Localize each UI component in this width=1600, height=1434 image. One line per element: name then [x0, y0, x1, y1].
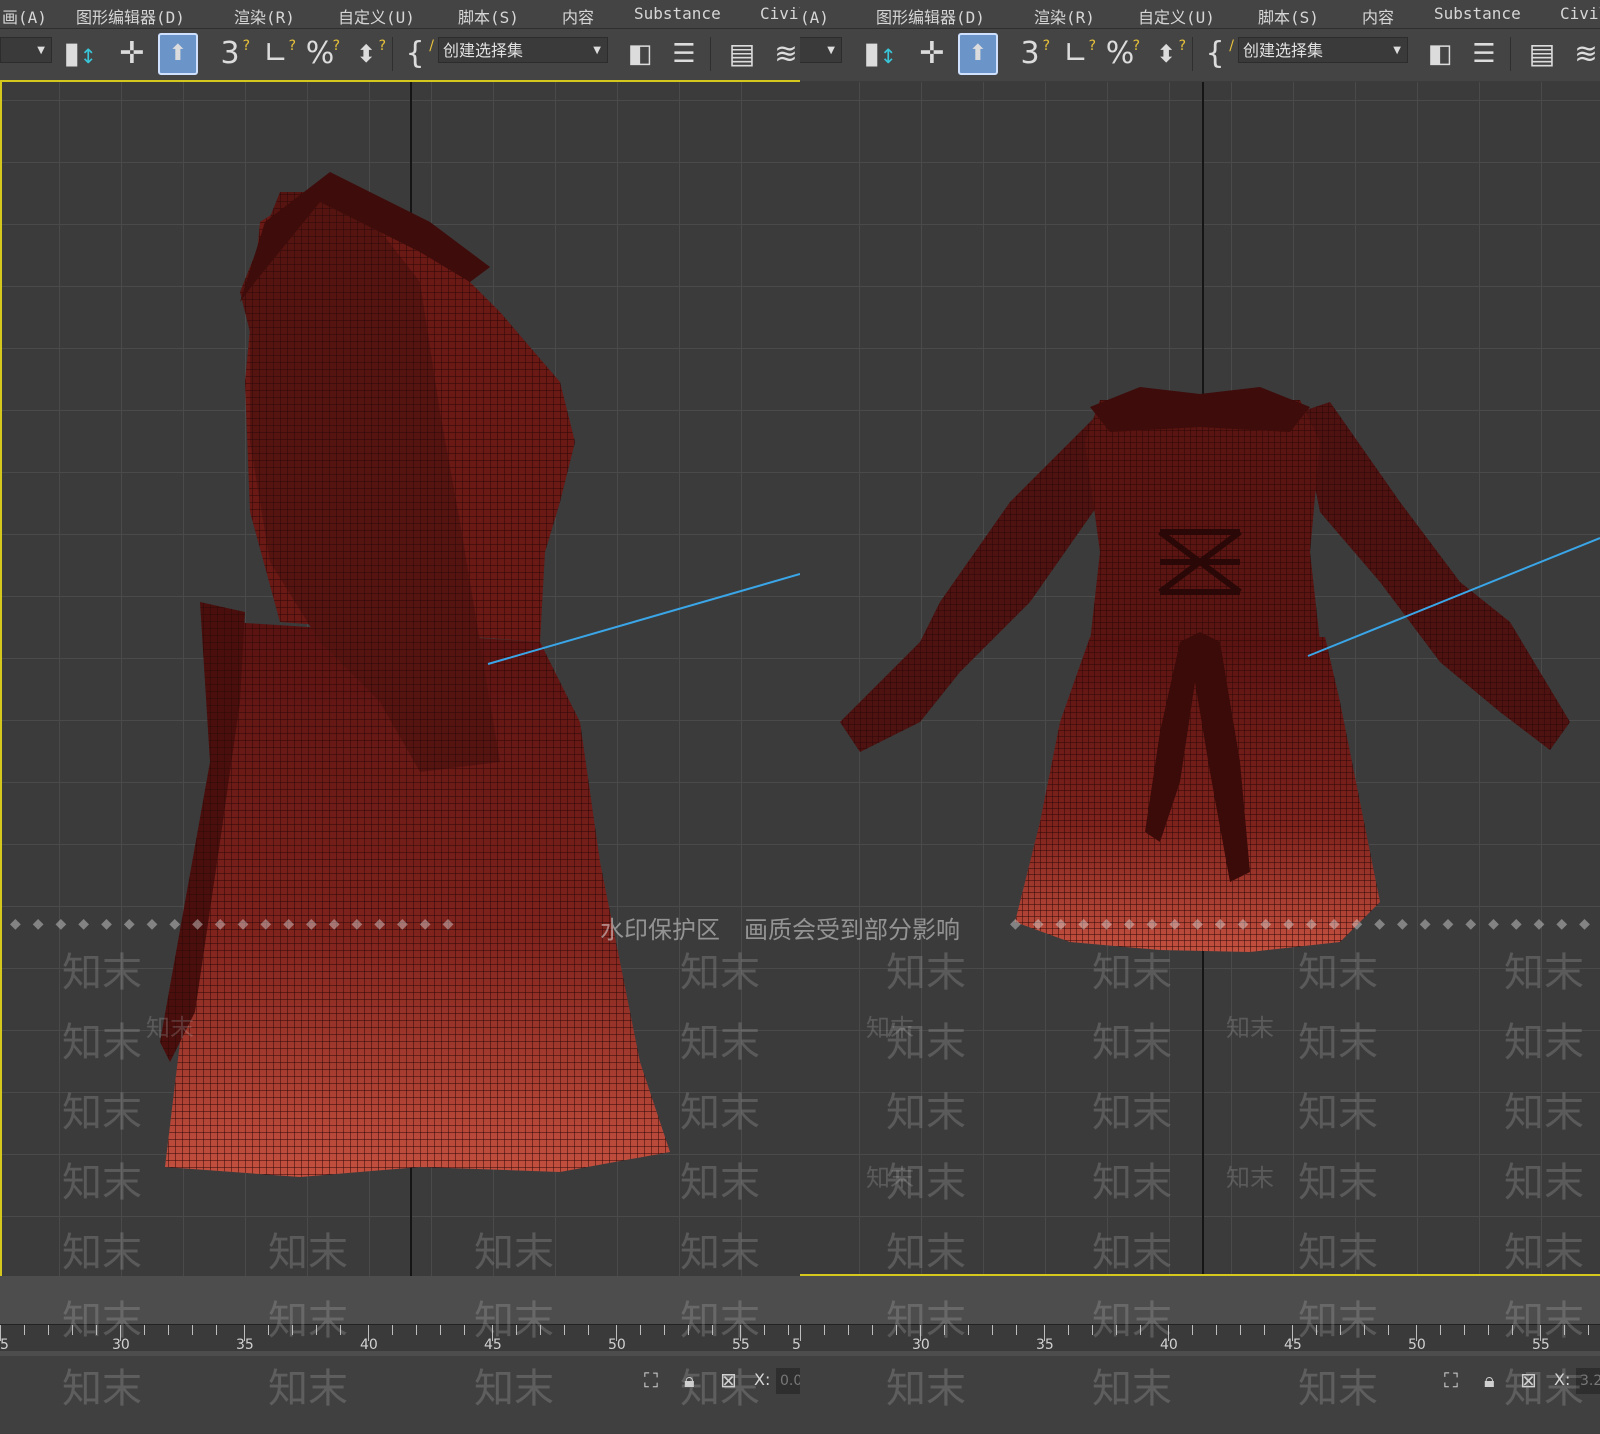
main-toolbar: ▼ ▮↕ ✛ ⬆ 3? ∟? %? ⬍? {/ 创建选择集 ▼ ◧ ☰ ▤ ≋ [0, 29, 800, 81]
lock-icon[interactable]: 🔒︎ [1484, 1368, 1495, 1392]
align-icon[interactable]: ☰ [1466, 35, 1502, 73]
mirror-icon[interactable]: ◧ [1422, 35, 1458, 73]
timeline-label: 35 [1036, 1337, 1054, 1353]
watermark-dots: ◆◆◆◆◆◆◆◆◆◆◆◆◆◆◆◆◆◆◆◆ [10, 916, 466, 932]
filter-dropdown[interactable]: ▼ [800, 37, 842, 63]
timeline-label: 55 [732, 1337, 750, 1353]
snap-3d-icon[interactable]: 3? [212, 35, 250, 73]
named-selection-set-placeholder: 创建选择集 [443, 41, 524, 60]
menu-item-customize[interactable]: 自定义(U) [338, 4, 415, 28]
percent-snap-icon[interactable]: %? [1102, 35, 1140, 73]
align-icon[interactable]: ☰ [666, 35, 702, 73]
edit-named-selection-icon[interactable]: {/ [398, 35, 434, 73]
chevron-down-icon: ▼ [37, 45, 45, 56]
timeline-label: 35 [236, 1337, 254, 1353]
angle-snap-icon[interactable]: ∟? [1058, 35, 1096, 73]
menu-item-scripting[interactable]: 脚本(S) [1258, 4, 1319, 28]
chevron-down-icon: ▼ [593, 45, 601, 56]
spinner-snap-icon[interactable]: ⬍? [348, 35, 386, 73]
status-bar: ⛶ 🔒︎ ⊠ X: 0.0 [0, 1356, 800, 1434]
timeline-label: 45 [1284, 1337, 1302, 1353]
menu-item-civil3d[interactable]: Civil3(A) [1560, 4, 1600, 23]
select-object-icon[interactable]: ⬆ [158, 33, 198, 75]
spinner-snap-icon[interactable]: ⬍? [1148, 35, 1186, 73]
layer-manager-icon[interactable]: ≋ [768, 35, 800, 73]
isolate-selection-icon[interactable]: ⛶ [644, 1368, 658, 1392]
snap-3d-icon[interactable]: 3? [1012, 35, 1050, 73]
menu-item-civil3d[interactable]: Civil3(A) [760, 4, 800, 23]
viewport-right[interactable] [800, 82, 1600, 1276]
layer-manager-icon[interactable]: ≋ [1568, 35, 1600, 73]
menu-bar: 画(A) 图形编辑器(D) 渲染(R) 自定义(U) 脚本(S) 内容 Subs… [800, 0, 1600, 29]
toolbar-separator [1510, 37, 1511, 71]
scene-explorer-icon[interactable]: ▤ [724, 35, 760, 73]
menu-item-animation[interactable]: 画(A) [2, 4, 47, 28]
angle-snap-icon[interactable]: ∟? [258, 35, 296, 73]
timeline-label: 40 [1160, 1337, 1178, 1353]
move-icon[interactable]: ✛ [114, 35, 150, 73]
timeline-label: 30 [112, 1337, 130, 1353]
watermark-dots: ◆◆◆◆◆◆◆◆◆◆◆◆◆◆◆◆◆◆◆◆◆◆◆◆◆◆◆◆◆◆◆◆ [1010, 916, 1600, 932]
select-object-icon[interactable]: ⬆ [958, 33, 998, 75]
time-ruler[interactable]: 30 35 40 45 50 55 [800, 1324, 1600, 1353]
mirror-icon[interactable]: ◧ [622, 35, 658, 73]
menu-item-scripting[interactable]: 脚本(S) [458, 4, 519, 28]
timeline-label: 5 [792, 1337, 800, 1353]
timeline-label: 55 [1532, 1337, 1550, 1353]
right-panel: 画(A) 图形编辑器(D) 渲染(R) 自定义(U) 脚本(S) 内容 Subs… [800, 0, 1600, 1434]
menu-item-substance[interactable]: Substance [1434, 4, 1521, 23]
main-toolbar: ▼ ▮↕ ✛ ⬆ 3? ∟? %? ⬍? {/ 创建选择集 ▼ ◧ ☰ ▤ ≋ [800, 29, 1600, 81]
menu-item-graph-editors[interactable]: 图形编辑器(D) [876, 4, 985, 28]
menu-item-content[interactable]: 内容 [562, 4, 594, 28]
filter-dropdown[interactable]: ▼ [0, 37, 52, 63]
x-coordinate-field[interactable]: 0.0 [776, 1368, 800, 1394]
scene-explorer-icon[interactable]: ▤ [1524, 35, 1560, 73]
menu-item-animation[interactable]: 画(A) [800, 4, 829, 28]
absolute-mode-icon[interactable]: ⊠ [720, 1368, 737, 1392]
menu-bar: 画(A) 图形编辑器(D) 渲染(R) 自定义(U) 脚本(S) 内容 Subs… [0, 0, 800, 29]
active-viewport-border [0, 80, 800, 1278]
timeline-label: 50 [608, 1337, 626, 1353]
selection-helper-line [1307, 537, 1600, 657]
menu-item-customize[interactable]: 自定义(U) [1138, 4, 1215, 28]
timeline-label: 50 [1408, 1337, 1426, 1353]
time-ruler[interactable]: 5 30 35 40 45 50 55 5 [0, 1324, 800, 1353]
timeline[interactable]: 30 35 40 45 50 55 [800, 1276, 1600, 1356]
lock-icon[interactable]: 🔒︎ [684, 1368, 695, 1392]
menu-item-rendering[interactable]: 渲染(R) [1034, 4, 1095, 28]
select-and-link-icon[interactable]: ▮↕ [862, 35, 898, 73]
menu-item-graph-editors[interactable]: 图形编辑器(D) [76, 4, 185, 28]
chevron-down-icon: ▼ [827, 45, 835, 56]
menu-item-content[interactable]: 内容 [1362, 4, 1394, 28]
select-and-link-icon[interactable]: ▮↕ [62, 35, 98, 73]
x-coordinate-label: X: [754, 1370, 771, 1389]
left-panel: 画(A) 图形编辑器(D) 渲染(R) 自定义(U) 脚本(S) 内容 Subs… [0, 0, 800, 1434]
x-coordinate-label: X: [1554, 1370, 1571, 1389]
toolbar-separator [392, 37, 393, 71]
timeline-label: 45 [484, 1337, 502, 1353]
named-selection-set-dropdown[interactable]: 创建选择集 ▼ [438, 37, 608, 63]
menu-item-substance[interactable]: Substance [634, 4, 721, 23]
percent-snap-icon[interactable]: %? [302, 35, 340, 73]
menu-item-rendering[interactable]: 渲染(R) [234, 4, 295, 28]
x-coordinate-field[interactable]: 3.2 [1576, 1368, 1600, 1394]
toolbar-separator [1192, 37, 1193, 71]
watermark-notice: 水印保护区 画质会受到部分影响 [600, 916, 960, 944]
chevron-down-icon: ▼ [1393, 45, 1401, 56]
move-icon[interactable]: ✛ [914, 35, 950, 73]
timeline-label: 40 [360, 1337, 378, 1353]
isolate-selection-icon[interactable]: ⛶ [1444, 1368, 1458, 1392]
edit-named-selection-icon[interactable]: {/ [1198, 35, 1234, 73]
toolbar-separator [710, 37, 711, 71]
named-selection-set-dropdown[interactable]: 创建选择集 ▼ [1238, 37, 1408, 63]
absolute-mode-icon[interactable]: ⊠ [1520, 1368, 1537, 1392]
timeline[interactable]: 5 30 35 40 45 50 55 5 [0, 1276, 800, 1356]
timeline-label: 5 [0, 1337, 9, 1353]
status-bar: ⛶ 🔒︎ ⊠ X: 3.2 [800, 1356, 1600, 1434]
timeline-label: 30 [912, 1337, 930, 1353]
named-selection-set-placeholder: 创建选择集 [1243, 41, 1324, 60]
